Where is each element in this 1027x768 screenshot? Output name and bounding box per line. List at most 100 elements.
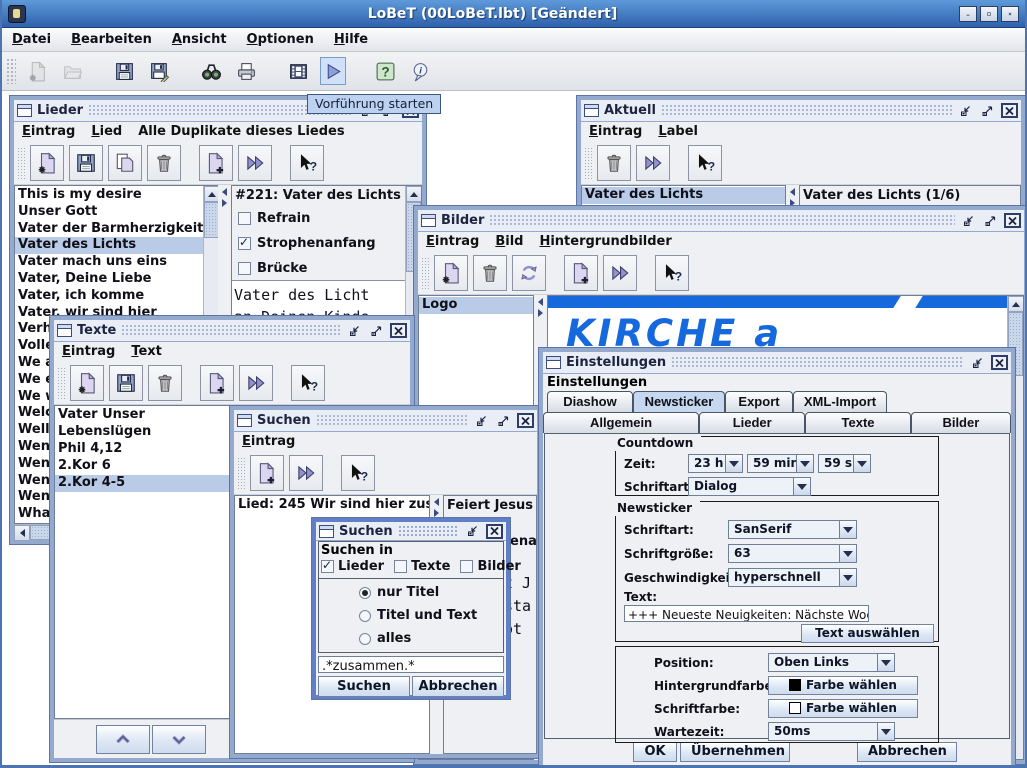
abbrechen-button[interactable]: Abbrechen (857, 742, 957, 762)
start-presentation-button[interactable] (320, 57, 346, 85)
close-button[interactable] (991, 355, 1008, 370)
close-button[interactable] (517, 413, 534, 428)
geschwindigkeit-combobox[interactable]: hyperschnell (728, 568, 857, 587)
iconify-button[interactable] (464, 524, 481, 539)
move-up-button[interactable] (96, 725, 150, 754)
checkbox-refrain[interactable]: Refrain (238, 211, 405, 226)
list-item[interactable]: Vater, ich komme (15, 288, 203, 305)
tab-lieder[interactable]: Lieder (699, 412, 805, 433)
open-file-button[interactable] (59, 57, 85, 85)
menu-label[interactable]: Label (658, 124, 698, 139)
delete-entry-button[interactable] (148, 365, 182, 401)
aktuell-titlebar[interactable]: Aktuell (581, 100, 1021, 122)
new-entry-button[interactable] (434, 255, 468, 291)
menu-datei[interactable]: Datei (12, 32, 51, 47)
dropdown-arrow-icon[interactable] (878, 722, 895, 741)
bilder-titlebar[interactable]: Bilder (418, 210, 1024, 232)
scroll-thumb[interactable] (204, 202, 218, 238)
context-help-button[interactable] (688, 145, 722, 181)
refresh-button[interactable] (512, 255, 546, 291)
close-button[interactable] (486, 524, 503, 539)
new-entry-button[interactable] (30, 145, 64, 181)
maximize-button[interactable] (982, 213, 999, 228)
list-item[interactable]: This is my desire (15, 187, 203, 204)
maximize-button[interactable] (979, 103, 996, 118)
list-item-selected[interactable]: Vater des Lichts (15, 237, 203, 254)
menu-hintergrundbilder[interactable]: Hintergrundbilder (539, 234, 671, 249)
checkbox-texte[interactable]: Texte (394, 559, 450, 574)
maximize-button[interactable] (980, 6, 998, 22)
dropdown-arrow-icon[interactable] (840, 520, 857, 539)
list-item[interactable]: Lied: 245 Wir sind hier zusamm (235, 497, 429, 514)
ticker-text-field[interactable]: +++ Neueste Neuigkeiten: Nächste Woch (624, 605, 869, 622)
menu-bild[interactable]: Bild (495, 234, 523, 249)
tab-diashow[interactable]: Diashow (547, 391, 633, 412)
context-help-button[interactable] (291, 365, 325, 401)
suchen-button[interactable]: Suchen (318, 676, 410, 697)
list-item[interactable]: Vater der Barmherzigkeit (15, 221, 203, 238)
radio-titel-und-text[interactable]: Titel und Text (359, 608, 503, 623)
dropdown-arrow-icon[interactable] (794, 477, 811, 496)
close-button[interactable] (1004, 213, 1021, 228)
menu-text[interactable]: Text (131, 344, 162, 359)
abbrechen-button[interactable]: Abbrechen (412, 676, 504, 697)
print-button[interactable] (233, 57, 259, 85)
search-button[interactable] (198, 57, 224, 85)
save-button[interactable] (111, 57, 137, 85)
ok-button[interactable]: OK (633, 742, 677, 762)
add-to-playlist-button[interactable] (199, 145, 233, 181)
checkbox-lieder[interactable]: Lieder (321, 559, 384, 574)
tab-newsticker[interactable]: Newsticker (633, 391, 725, 412)
menu-eintrag[interactable]: Eintrag (426, 234, 479, 249)
einstellungen-titlebar[interactable]: Einstellungen (543, 352, 1011, 374)
scroll-left-button[interactable] (14, 525, 30, 541)
close-button[interactable] (1001, 6, 1019, 22)
minuten-combobox[interactable]: 59 min (747, 454, 814, 473)
add-to-playlist-button[interactable] (564, 255, 598, 291)
tab-xml-import[interactable]: XML-Import (793, 391, 887, 412)
add-to-playlist-button[interactable] (250, 455, 284, 491)
scroll-up-button[interactable] (406, 186, 422, 202)
menu-bearbeiten[interactable]: Bearbeiten (71, 32, 152, 47)
texte-titlebar[interactable]: Texte (54, 320, 410, 342)
list-item[interactable]: Vater mach uns eins (15, 254, 203, 271)
position-combobox[interactable]: Oben Links (768, 653, 895, 672)
add-to-playlist-button[interactable] (200, 365, 234, 401)
dropdown-arrow-icon[interactable] (878, 653, 895, 672)
help-button[interactable] (372, 57, 398, 85)
scroll-up-button[interactable] (1008, 296, 1024, 312)
schriftart-combobox[interactable]: Dialog (688, 477, 811, 496)
maximize-button[interactable] (495, 413, 512, 428)
sekunden-combobox[interactable]: 59 s (818, 454, 871, 473)
new-file-button[interactable] (24, 57, 50, 85)
checkbox-bilder[interactable]: Bilder (460, 559, 520, 574)
stunden-combobox[interactable]: 23 h (688, 454, 743, 473)
menu-lied[interactable]: Lied (91, 124, 122, 139)
context-help-button[interactable] (290, 145, 324, 181)
minimize-button[interactable] (959, 6, 977, 22)
schriftgroesse-combobox[interactable]: 63 (728, 544, 857, 563)
menu-eintrag[interactable]: Eintrag (589, 124, 642, 139)
suchen-titlebar[interactable]: Suchen (234, 410, 537, 432)
maximize-button[interactable] (368, 323, 385, 338)
menu-eintrag[interactable]: Eintrag (242, 434, 295, 449)
uebernehmen-button[interactable]: Übernehmen (680, 742, 790, 762)
menu-eintrag[interactable]: Eintrag (62, 344, 115, 359)
iconify-button[interactable] (969, 355, 986, 370)
menu-eintrag[interactable]: Eintrag (22, 124, 75, 139)
checkbox-strophenanfang[interactable]: Strophenanfang (238, 236, 405, 251)
save-entry-button[interactable] (69, 145, 103, 181)
ticker-schriftart-combobox[interactable]: SanSerif (728, 520, 857, 539)
save-as-button[interactable] (146, 57, 172, 85)
iconify-button[interactable] (473, 413, 490, 428)
menu-optionen[interactable]: Optionen (247, 32, 314, 47)
schriftfarbe-button[interactable]: Farbe wählen (768, 699, 918, 718)
tab-texte[interactable]: Texte (805, 412, 910, 433)
iconify-button[interactable] (960, 213, 977, 228)
radio-alles[interactable]: alles (359, 631, 503, 646)
text-auswaehlen-button[interactable]: Text auswählen (801, 624, 934, 643)
dropdown-arrow-icon[interactable] (840, 544, 857, 563)
context-help-button[interactable] (655, 255, 689, 291)
fast-forward-button[interactable] (239, 365, 273, 401)
fast-forward-button[interactable] (636, 145, 670, 181)
